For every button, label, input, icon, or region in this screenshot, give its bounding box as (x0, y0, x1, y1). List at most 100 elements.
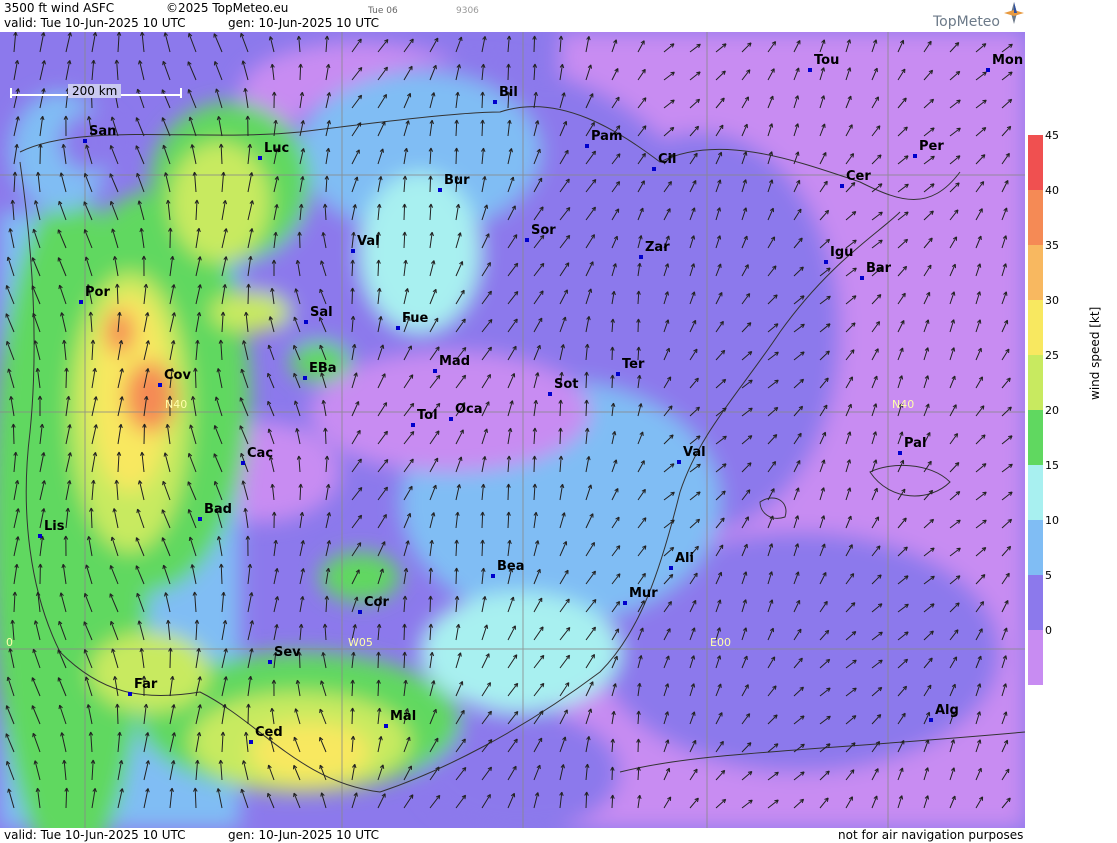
city-label: Luc (264, 141, 290, 156)
legend-tick: 15 (1045, 459, 1059, 472)
wind-arrow (136, 172, 145, 193)
city-marker (433, 369, 437, 373)
city-label: Sev (274, 645, 301, 660)
city-label: Bar (866, 261, 892, 276)
wind-arrow (351, 792, 358, 809)
city-label: Alg (935, 703, 959, 718)
wind-arrow (267, 792, 275, 809)
wind-arrow (135, 145, 145, 165)
wind-arrow (241, 60, 249, 81)
wind-field (0, 32, 1025, 828)
city-marker (652, 167, 656, 171)
city-marker (358, 610, 362, 614)
city-label: Ter (622, 357, 645, 372)
city-label: Bea (497, 559, 525, 574)
wind-arrow (13, 32, 18, 53)
wind-arrow (39, 32, 46, 53)
wind-arrow (116, 32, 122, 53)
wind-arrow (403, 540, 410, 557)
wind-map[interactable]: 200 km N40 N40 W05 E00 0 Bil Tou Mon San Luc… (0, 32, 1025, 828)
city-marker (258, 156, 262, 160)
city-marker (249, 740, 253, 744)
city-marker (623, 601, 627, 605)
city-label: Tol (417, 408, 438, 423)
city-label: Lis (44, 519, 65, 534)
wind-arrow (114, 59, 120, 81)
city-label: Sot (554, 377, 579, 392)
city-label: Cor (364, 595, 389, 610)
city-label: Cer (846, 169, 871, 184)
gen-time: gen: 10-Jun-2025 10 UTC (228, 16, 380, 30)
legend-swatch (1028, 465, 1043, 520)
legend-swatch (1028, 630, 1043, 685)
wind-arrow (455, 36, 463, 53)
wind-arrow (299, 511, 305, 529)
legend-tick: 5 (1045, 569, 1052, 582)
lon-label-zero: 0 (6, 636, 13, 649)
city-marker (304, 320, 308, 324)
legend-tick: 30 (1045, 294, 1059, 307)
wind-arrow (351, 458, 362, 473)
city-label: Mur (629, 586, 658, 601)
city-marker (38, 534, 42, 538)
city-label: San (89, 124, 117, 139)
wind-arrow (403, 794, 414, 809)
wind-arrow (299, 568, 305, 585)
wind-arrow (402, 651, 407, 669)
color-legend: 45 40 35 30 25 20 15 10 5 0 (1025, 0, 1117, 843)
compass-icon (1004, 2, 1024, 24)
city-label: Cac (247, 446, 274, 461)
wind-arrow (403, 567, 409, 585)
city-marker (585, 144, 589, 148)
lat-label-west: N40 (165, 398, 188, 411)
city-marker (986, 68, 990, 72)
wind-arrow (377, 793, 386, 809)
wind-arrow (39, 60, 46, 81)
footer-valid: valid: Tue 10-Jun-2025 10 UTC (4, 828, 186, 842)
scale-bar: 200 km (10, 84, 182, 102)
wind-arrow (267, 400, 275, 417)
city-marker (669, 566, 673, 570)
city-marker (384, 724, 388, 728)
legend-swatch (1028, 135, 1043, 190)
city-label: Ali (675, 551, 694, 566)
wind-arrow (377, 513, 387, 529)
city-label: Bil (499, 85, 518, 100)
legend-tick: 40 (1045, 184, 1059, 197)
city-marker (840, 184, 844, 188)
legend-swatch (1028, 520, 1043, 575)
wind-arrow (481, 35, 487, 53)
city-label: Mon (992, 53, 1024, 68)
legend-swatch (1028, 575, 1043, 630)
city-marker (198, 517, 202, 521)
city-marker (411, 423, 415, 427)
city-marker (83, 139, 87, 143)
legend-tick: 0 (1045, 624, 1052, 637)
legend-tick: 10 (1045, 514, 1059, 527)
wind-arrow (273, 539, 278, 557)
wind-arrow (247, 592, 254, 613)
legend-tick: 45 (1045, 129, 1059, 142)
city-marker (525, 238, 529, 242)
wind-arrow (213, 61, 223, 81)
lon-label-w05: W05 (348, 636, 373, 649)
wind-arrow (267, 344, 275, 361)
wind-arrow (532, 35, 537, 53)
wind-arrow (140, 32, 145, 53)
city-marker (396, 326, 400, 330)
wind-arrow (293, 792, 301, 809)
wind-arrow (267, 372, 275, 389)
city-label: Ced (255, 725, 283, 740)
city-label: Mal (390, 709, 417, 724)
wind-arrow (65, 32, 72, 53)
wind-arrow (429, 37, 439, 53)
city-label: Oca (455, 402, 483, 417)
footer-bar: valid: Tue 10-Jun-2025 10 UTC gen: 10-Ju… (0, 828, 1025, 843)
legend-swatch (1028, 245, 1043, 300)
product-title: 3500 ft wind ASFC (4, 1, 115, 15)
wind-arrow (91, 32, 98, 53)
city-marker (616, 372, 620, 376)
city-marker (639, 255, 643, 259)
wind-arrow (376, 623, 382, 641)
wind-arrow (351, 486, 363, 501)
